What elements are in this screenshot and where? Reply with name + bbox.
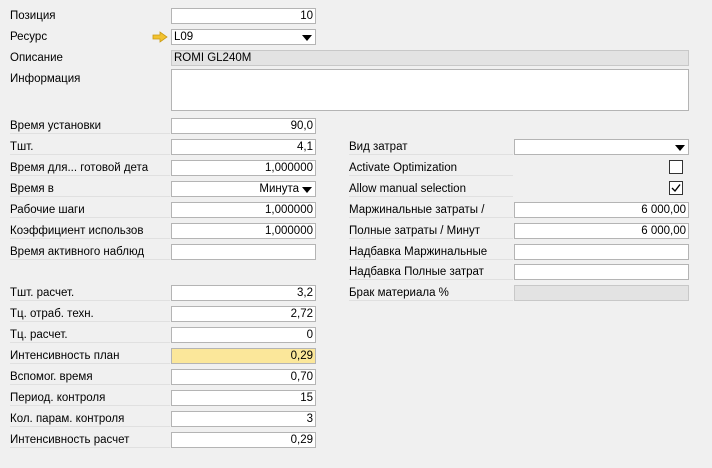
marginal-markup-label: Надбавка Маржинальные [349, 244, 513, 260]
time-in-value: Минута [259, 183, 299, 195]
resource-label: Ресурс [10, 31, 48, 43]
marginal-markup-field[interactable] [514, 244, 689, 260]
checkmark-icon [671, 184, 681, 193]
information-textarea[interactable] [171, 69, 689, 111]
allow-manual-selection-label: Allow manual selection [349, 181, 513, 197]
control-params-label: Кол. парам. контроля [10, 411, 170, 427]
control-params-field[interactable]: 3 [171, 411, 316, 427]
position-label: Позиция [10, 10, 56, 22]
intensity-plan-field[interactable]: 0,29 [171, 348, 316, 364]
full-costs-label: Полные затраты / Минут [349, 223, 513, 239]
aux-time-label: Вспомог. время [10, 369, 170, 385]
work-steps-label: Рабочие шаги [10, 202, 170, 218]
link-arrow-icon[interactable] [152, 31, 168, 43]
intensity-plan-label: Интенсивность план [10, 348, 170, 364]
description-label: Описание [10, 52, 63, 64]
material-scrap-label: Брак материала % [349, 285, 513, 301]
active-obs-time-label: Время активного наблюд [10, 244, 170, 260]
tc-calc-label: Тц. расчет. [10, 327, 170, 343]
intensity-calc-field[interactable]: 0,29 [171, 432, 316, 448]
chevron-down-icon [302, 35, 312, 41]
usage-coef-field[interactable]: 1,000000 [171, 223, 316, 239]
intensity-calc-label: Интенсивность расчет [10, 432, 170, 448]
time-finished-field[interactable]: 1,000000 [171, 160, 316, 176]
resource-dropdown[interactable]: L09 [171, 29, 316, 45]
full-markup-field[interactable] [514, 264, 689, 280]
active-obs-time-field[interactable] [171, 244, 316, 260]
usage-coef-label: Коэффициент использов [10, 223, 170, 239]
setup-time-label: Время установки [10, 118, 170, 134]
pieces-calc-label: Тшт. расчет. [10, 285, 170, 301]
chevron-down-icon [675, 145, 685, 151]
resource-value: L09 [174, 31, 194, 43]
full-costs-field[interactable]: 6 000,00 [514, 223, 689, 239]
cost-type-dropdown[interactable] [514, 139, 689, 155]
control-period-label: Период. контроля [10, 390, 170, 406]
activate-optimization-checkbox[interactable] [669, 160, 683, 174]
tc-tech-label: Тц. отраб. техн. [10, 306, 170, 322]
tc-calc-field[interactable]: 0 [171, 327, 316, 343]
marginal-costs-field[interactable]: 6 000,00 [514, 202, 689, 218]
tc-tech-field[interactable]: 2,72 [171, 306, 316, 322]
description-field: ROMI GL240M [171, 50, 689, 66]
pieces-field[interactable]: 4,1 [171, 139, 316, 155]
chevron-down-icon [302, 187, 312, 193]
allow-manual-selection-checkbox[interactable] [669, 181, 683, 195]
time-in-label: Время в [10, 181, 170, 197]
pieces-calc-field[interactable]: 3,2 [171, 285, 316, 301]
cost-type-label: Вид затрат [349, 139, 513, 155]
marginal-costs-label: Маржинальные затраты / [349, 202, 513, 218]
time-in-dropdown[interactable]: Минута [171, 181, 316, 197]
position-field[interactable]: 10 [171, 8, 316, 24]
information-label: Информация [10, 73, 81, 85]
material-scrap-field [514, 285, 689, 301]
work-steps-field[interactable]: 1,000000 [171, 202, 316, 218]
setup-time-field[interactable]: 90,0 [171, 118, 316, 134]
activate-optimization-label: Activate Optimization [349, 160, 513, 176]
aux-time-field[interactable]: 0,70 [171, 369, 316, 385]
full-markup-label: Надбавка Полные затрат [349, 264, 513, 280]
pieces-label: Тшт. [10, 139, 170, 155]
control-period-field[interactable]: 15 [171, 390, 316, 406]
time-finished-label: Время для... готовой дета [10, 160, 170, 176]
